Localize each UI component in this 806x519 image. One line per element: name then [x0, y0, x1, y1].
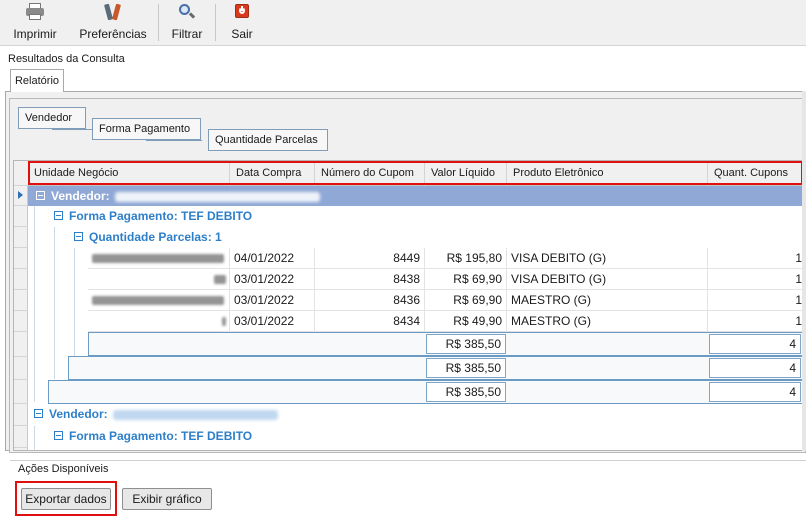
toolbar-separator [158, 4, 159, 41]
cell-quant: 1 [708, 248, 805, 269]
cell-data: 04/01/2022 [230, 248, 315, 269]
table-row[interactable]: 03/01/2022 8438 R$ 69,90 VISA DEBITO (G)… [88, 269, 805, 290]
cell-valor: R$ 195,80 [425, 248, 507, 269]
group-chip-quantidade-parcelas[interactable]: Quantidade Parcelas [208, 129, 328, 151]
cell-quant: 1 [708, 269, 805, 290]
group-chip-forma-pagamento[interactable]: Forma Pagamento [92, 118, 201, 140]
print-button[interactable]: Imprimir [0, 0, 70, 45]
cell-data: 03/01/2022 [230, 269, 315, 290]
toolbar: Imprimir Preferências Filtrar Sair [0, 0, 806, 46]
export-button-highlight [15, 481, 117, 516]
exit-button[interactable]: Sair [218, 0, 266, 45]
indent-guide [74, 248, 75, 356]
group-row-forma-pagamento[interactable]: Forma Pagamento: TEF DEBITO [48, 426, 805, 447]
acoes-title: Ações Disponíveis [10, 460, 806, 476]
indent-guide [34, 426, 35, 450]
redacted-name [113, 409, 279, 420]
filter-label: Filtrar [171, 27, 203, 41]
collapse-icon[interactable] [34, 409, 43, 418]
indent-guide [54, 227, 55, 379]
summary-forma-quant: 4 [709, 358, 801, 378]
cell-unidade [88, 248, 230, 269]
row-indicator-column [14, 161, 28, 450]
cell-data: 03/01/2022 [230, 311, 315, 332]
cell-valor: R$ 69,90 [425, 269, 507, 290]
collapse-icon[interactable] [54, 211, 63, 220]
show-chart-button[interactable]: Exibir gráfico [122, 488, 212, 510]
collapse-icon[interactable] [54, 431, 63, 440]
summary-parcelas-quant: 4 [709, 334, 801, 354]
filter-button[interactable]: Filtrar [161, 0, 213, 45]
table-row[interactable]: 03/01/2022 8436 R$ 69,90 MAESTRO (G) 1 [88, 290, 805, 311]
cell-valor: R$ 49,90 [425, 311, 507, 332]
cell-cupom: 8434 [315, 311, 425, 332]
indent-guide [34, 206, 35, 402]
cell-unidade [88, 269, 230, 290]
column-header-highlight [28, 161, 803, 185]
group-row-forma-pagamento[interactable]: Forma Pagamento: TEF DEBITO [48, 206, 805, 227]
cell-cupom: 8449 [315, 248, 425, 269]
print-label: Imprimir [13, 27, 57, 41]
table-row[interactable]: 03/01/2022 8434 R$ 49,90 MAESTRO (G) 1 [88, 311, 805, 332]
cell-data: 03/01/2022 [230, 290, 315, 311]
group-row-quantidade-parcelas[interactable]: Quantidade Parcelas: 1 [68, 227, 805, 248]
cell-produto: MAESTRO (G) [507, 290, 708, 311]
cell-unidade [88, 311, 230, 332]
cell-produto: MAESTRO (G) [507, 311, 708, 332]
group-chip-vendedor[interactable]: Vendedor [18, 107, 86, 129]
preferences-label: Preferências [79, 27, 147, 41]
toolbar-separator [215, 4, 216, 41]
cell-quant: 1 [708, 311, 805, 332]
summary-vendedor-quant: 4 [709, 382, 801, 402]
group-row-vendedor[interactable]: Vendedor: [28, 404, 805, 425]
collapse-icon[interactable] [74, 232, 83, 241]
scrollbar[interactable] [802, 91, 806, 451]
preferences-button[interactable]: Preferências [70, 0, 156, 45]
cell-unidade [88, 290, 230, 311]
cell-quant: 1 [708, 290, 805, 311]
cell-produto: VISA DEBITO (G) [507, 248, 708, 269]
cell-cupom: 8438 [315, 269, 425, 290]
summary-vendedor-valor: R$ 385,50 [426, 382, 506, 402]
tools-icon [104, 3, 122, 21]
current-row-indicator [14, 186, 28, 206]
table-row[interactable]: 04/01/2022 8449 R$ 195,80 VISA DEBITO (G… [88, 248, 805, 269]
data-grid: Unidade Negócio Data Compra Número do Cu… [13, 160, 806, 451]
group-row-vendedor[interactable]: Vendedor: [28, 186, 805, 206]
power-icon [233, 3, 251, 21]
collapse-icon[interactable] [36, 191, 45, 200]
cell-produto: VISA DEBITO (G) [507, 269, 708, 290]
summary-parcelas-valor: R$ 385,50 [426, 334, 506, 354]
magnifier-icon [178, 3, 196, 21]
summary-forma-valor: R$ 385,50 [426, 358, 506, 378]
tab-relatorio[interactable]: Relatório [10, 69, 64, 92]
results-title: Resultados da Consulta [8, 53, 125, 65]
cell-cupom: 8436 [315, 290, 425, 311]
exit-label: Sair [231, 27, 253, 41]
printer-icon [26, 3, 44, 21]
cell-valor: R$ 69,90 [425, 290, 507, 311]
redacted-name [115, 191, 321, 202]
